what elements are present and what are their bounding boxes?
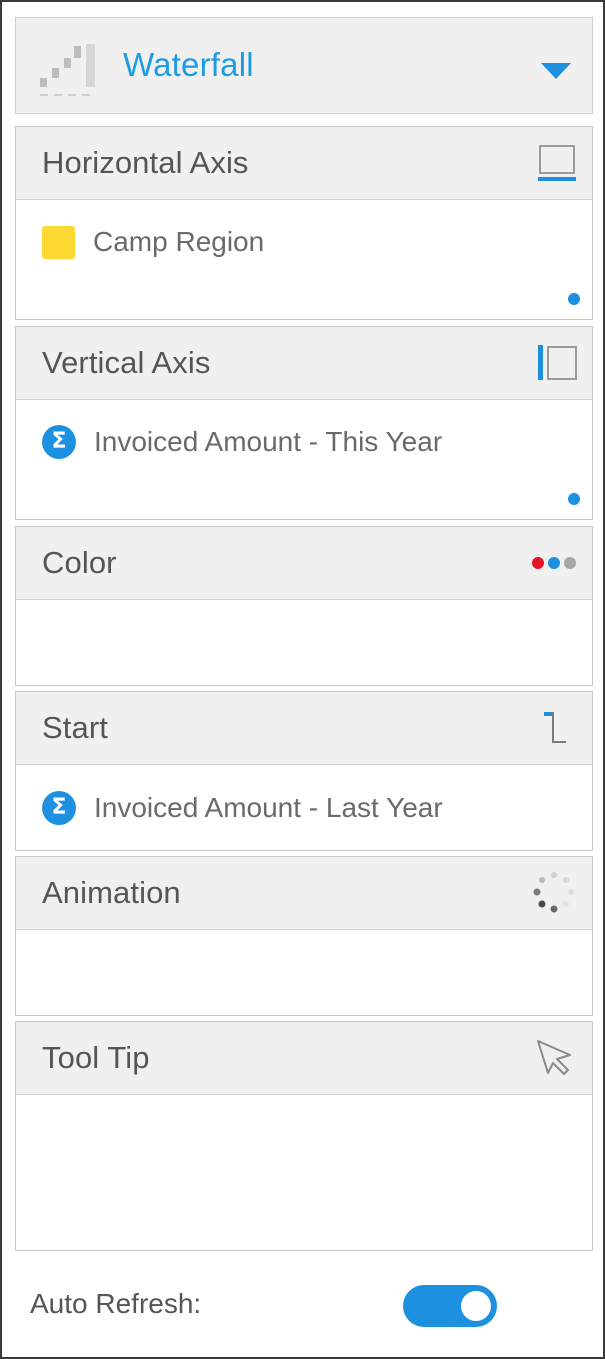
section-header: Vertical Axis <box>16 327 592 400</box>
section-title: Color <box>42 545 117 580</box>
color-dropzone[interactable] <box>16 600 592 685</box>
color-section: Color <box>15 526 593 686</box>
animation-section: Animation <box>15 856 593 1016</box>
section-header: Color <box>16 527 592 600</box>
dimension-icon <box>42 225 75 259</box>
section-title: Start <box>42 710 108 745</box>
field-pill[interactable]: Σ Invoiced Amount - Last Year <box>42 790 443 826</box>
drop-indicator-dot <box>568 293 580 305</box>
section-title: Animation <box>42 875 181 910</box>
horizontal-axis-icon <box>538 143 578 190</box>
field-label: Invoiced Amount - Last Year <box>94 792 443 823</box>
color-dots-icon <box>531 555 581 576</box>
tooltip-section: Tool Tip <box>15 1021 593 1251</box>
chart-type-label: Waterfall <box>123 46 254 83</box>
drop-indicator-dot <box>568 493 580 505</box>
auto-refresh-row: Auto Refresh: <box>15 1264 593 1349</box>
section-header: Start <box>16 692 592 765</box>
animation-spinner-icon <box>532 870 576 919</box>
section-header: Tool Tip <box>16 1022 592 1095</box>
vertical-axis-section: Vertical Axis Σ Invoiced Amount - This Y… <box>15 326 593 520</box>
section-title: Vertical Axis <box>42 345 211 380</box>
start-marker-icon <box>542 709 572 752</box>
animation-dropzone[interactable] <box>16 930 592 1015</box>
waterfall-chart-icon <box>38 38 108 103</box>
field-pill[interactable]: Camp Region <box>42 224 264 260</box>
section-header: Horizontal Axis <box>16 127 592 200</box>
field-label: Invoiced Amount - This Year <box>94 426 443 457</box>
auto-refresh-toggle[interactable] <box>403 1285 497 1327</box>
sigma-icon: Σ <box>42 425 76 459</box>
horizontal-axis-section: Horizontal Axis Camp Region <box>15 126 593 320</box>
chart-type-selector[interactable]: Waterfall <box>15 17 593 114</box>
tooltip-dropzone[interactable] <box>16 1095 592 1250</box>
sigma-icon: Σ <box>42 791 76 825</box>
horizontal-axis-dropzone[interactable]: Camp Region <box>16 200 592 319</box>
vertical-axis-dropzone[interactable]: Σ Invoiced Amount - This Year <box>16 400 592 519</box>
field-pill[interactable]: Σ Invoiced Amount - This Year <box>42 424 442 460</box>
auto-refresh-label: Auto Refresh: <box>30 1288 202 1319</box>
start-section: Start Σ Invoiced Amount - Last Year <box>15 691 593 851</box>
cursor-arrow-icon <box>534 1037 574 1082</box>
section-header: Animation <box>16 857 592 930</box>
chevron-down-icon[interactable] <box>539 61 573 86</box>
section-title: Horizontal Axis <box>42 145 249 180</box>
field-label: Camp Region <box>93 226 265 257</box>
toggle-knob <box>461 1291 491 1321</box>
start-dropzone[interactable]: Σ Invoiced Amount - Last Year <box>16 765 592 850</box>
vertical-axis-icon <box>536 343 580 388</box>
chart-settings-panel: Waterfall Horizontal Axis Camp Region Ve… <box>0 0 605 1359</box>
section-title: Tool Tip <box>42 1040 150 1075</box>
